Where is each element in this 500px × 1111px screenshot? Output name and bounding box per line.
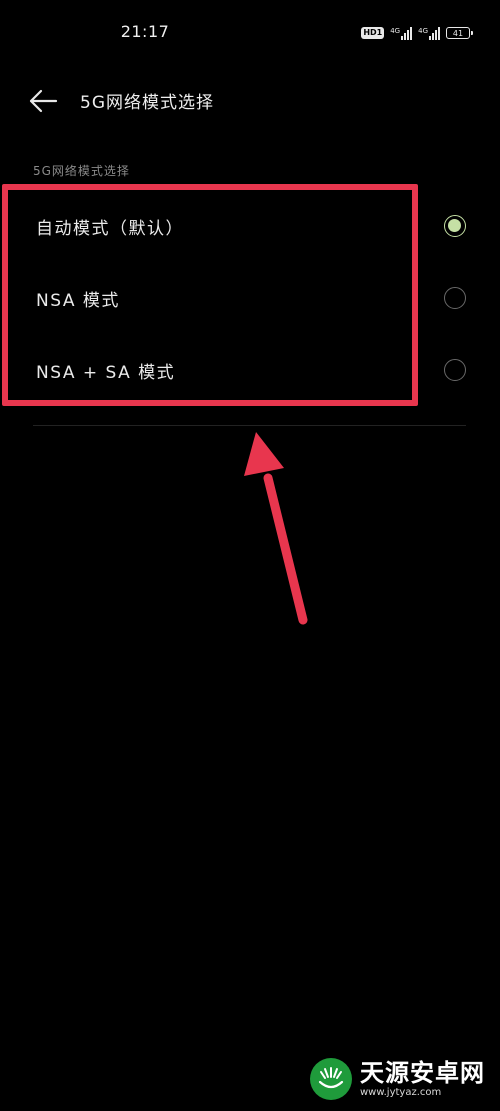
watermark-text: 天源安卓网 www.jytyaz.com [360,1061,485,1098]
annotation-arrow-icon [244,432,308,625]
watermark-title: 天源安卓网 [360,1058,485,1087]
watermark-url: www.jytyaz.com [360,1086,442,1098]
watermark: 天源安卓网 www.jytyaz.com [310,1054,485,1104]
watermark-logo-icon [310,1058,352,1100]
